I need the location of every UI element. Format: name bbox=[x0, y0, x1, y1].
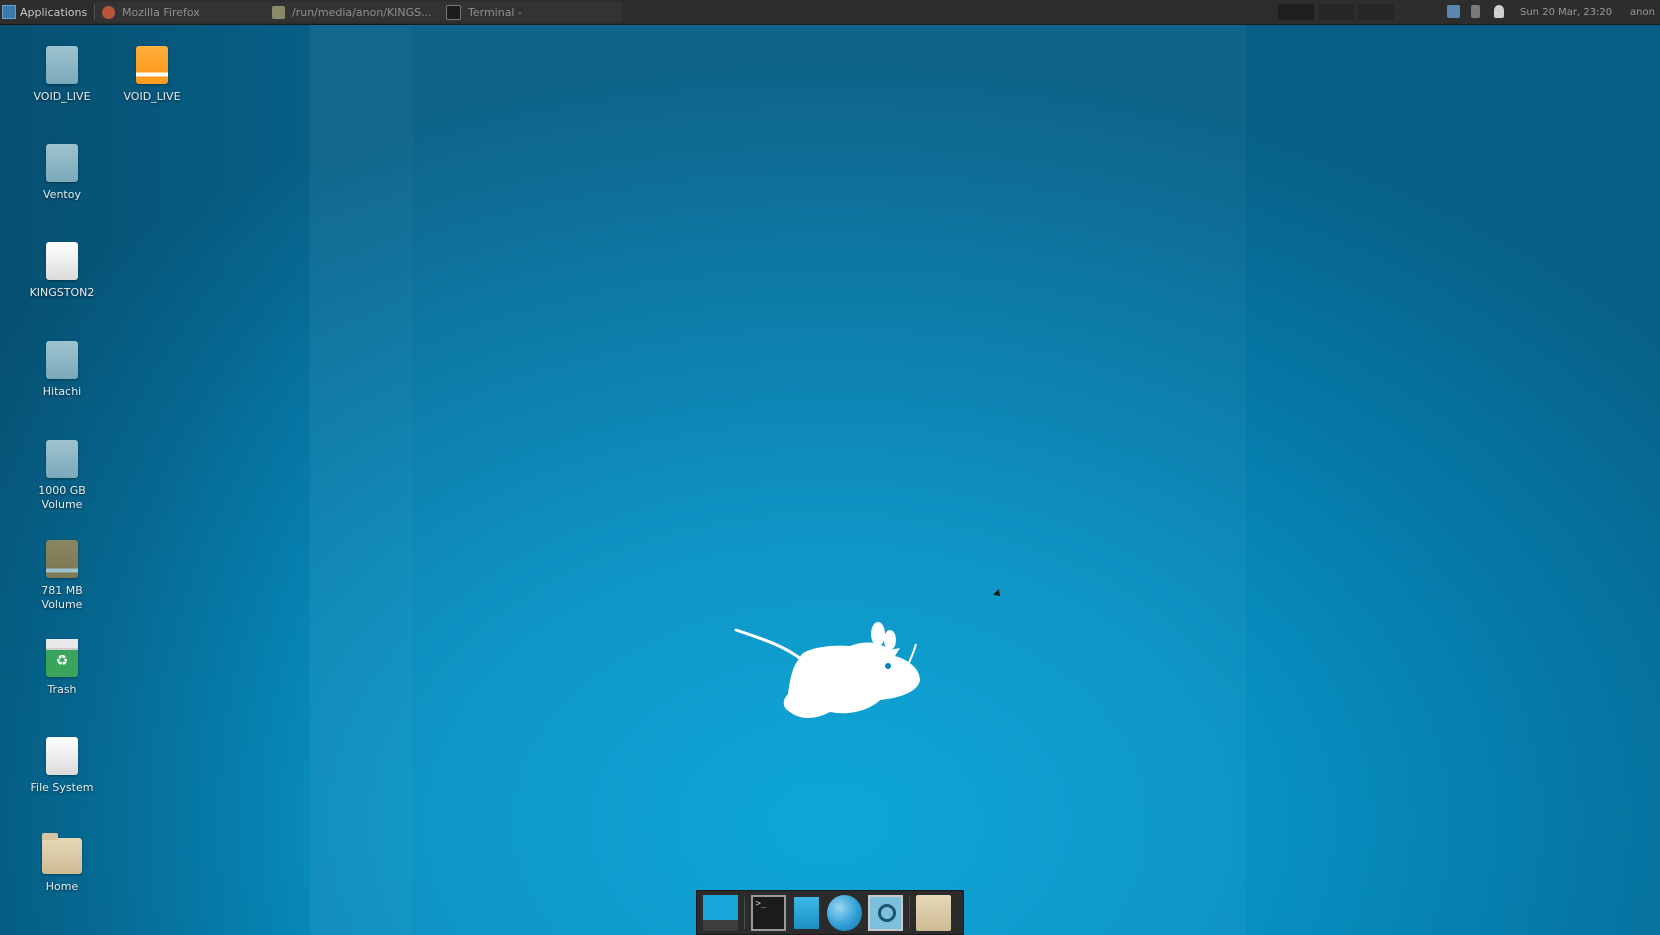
home-folder-icon bbox=[42, 833, 82, 874]
workspace-switcher-3[interactable] bbox=[1358, 4, 1394, 20]
desktop-icon-1000gb-volume[interactable]: 1000 GB Volume bbox=[16, 440, 108, 512]
desktop-icon-label: VOID_LIVE bbox=[33, 90, 91, 103]
desktop-icon-label: KINGSTON2 bbox=[29, 286, 95, 299]
drive-icon bbox=[46, 46, 78, 84]
terminal-icon bbox=[446, 4, 461, 20]
applications-icon bbox=[2, 5, 16, 19]
drive-icon bbox=[46, 540, 78, 578]
applications-label: Applications bbox=[20, 5, 88, 19]
terminal-prompt: >_ bbox=[755, 898, 767, 909]
applications-menu-button[interactable]: Applications bbox=[2, 0, 87, 24]
desktop-icon-kingston2[interactable]: KINGSTON2 bbox=[16, 242, 108, 300]
drive-icon bbox=[46, 144, 78, 182]
dock-separator bbox=[908, 896, 911, 929]
desktop-icon-hitachi[interactable]: Hitachi bbox=[16, 341, 108, 399]
optical-drive-icon bbox=[136, 46, 168, 84]
xfce-mouse-logo bbox=[734, 622, 920, 718]
dock-separator bbox=[743, 896, 746, 929]
taskbar-item-file-manager[interactable]: /run/media/anon/KINGS... bbox=[266, 2, 444, 22]
taskbar-item-label: Mozilla Firefox bbox=[122, 5, 200, 19]
terminal-button[interactable]: >_ bbox=[751, 894, 787, 931]
bottom-dock: >_ bbox=[696, 890, 964, 935]
top-panel: Applications Mozilla Firefox /run/media/… bbox=[0, 0, 1660, 25]
desktop-icon-label: Hitachi bbox=[42, 385, 82, 398]
desktop-icon-ventoy[interactable]: Ventoy bbox=[16, 144, 108, 202]
workspace-switcher-2[interactable] bbox=[1318, 4, 1354, 20]
web-browser-button[interactable] bbox=[827, 894, 862, 931]
desktop-icon-label: Ventoy bbox=[43, 188, 81, 201]
wallpaper-band bbox=[413, 24, 1246, 935]
battery-icon[interactable] bbox=[1471, 5, 1480, 18]
desktop-icon-781mb-volume[interactable]: 781 MB Volume bbox=[16, 540, 108, 612]
desktop-icon-label: File System bbox=[30, 781, 94, 794]
show-desktop-button[interactable] bbox=[703, 894, 738, 931]
desktop-icon-label: 781 MB Volume bbox=[41, 584, 83, 611]
desktop-icon-void-live-drive[interactable]: VOID_LIVE bbox=[16, 46, 108, 104]
desktop-icon-file-system[interactable]: File System bbox=[16, 737, 108, 795]
folder-icon bbox=[272, 5, 285, 19]
app-finder-button[interactable] bbox=[867, 894, 903, 931]
folder-button[interactable] bbox=[916, 894, 952, 931]
trash-icon bbox=[46, 639, 78, 677]
desktop-icon-label: VOID_LIVE bbox=[123, 90, 181, 103]
taskbar-item-label: /run/media/anon/KINGS... bbox=[292, 5, 432, 19]
drive-icon bbox=[46, 341, 78, 379]
file-manager-button[interactable] bbox=[792, 894, 822, 931]
desktop-icon-label: Trash bbox=[47, 683, 77, 696]
firefox-icon bbox=[102, 5, 115, 19]
notifications-icon[interactable] bbox=[1494, 5, 1504, 18]
desktop-icon-void-live-optical[interactable]: VOID_LIVE bbox=[106, 46, 198, 104]
user-menu[interactable]: anon bbox=[1630, 0, 1655, 24]
workspace-switcher-1[interactable] bbox=[1278, 4, 1314, 20]
taskbar-item-terminal[interactable]: Terminal - bbox=[440, 2, 622, 22]
filesystem-icon bbox=[46, 737, 78, 775]
drive-icon bbox=[46, 440, 78, 478]
desktop-icon-label: 1000 GB Volume bbox=[38, 484, 86, 511]
desktop-icon-home[interactable]: Home bbox=[16, 833, 108, 894]
desktop[interactable]: Applications Mozilla Firefox /run/media/… bbox=[0, 0, 1660, 935]
taskbar-item-firefox[interactable]: Mozilla Firefox bbox=[96, 2, 270, 22]
desktop-icon-label: Home bbox=[45, 880, 79, 893]
desktop-icon-trash[interactable]: Trash bbox=[16, 639, 108, 697]
taskbar-item-label: Terminal - bbox=[468, 5, 522, 19]
removable-drive-icon bbox=[46, 242, 78, 280]
wallpaper-band bbox=[310, 24, 413, 935]
clock[interactable]: Sun 20 Mar, 23:20 bbox=[1520, 0, 1612, 24]
network-icon[interactable] bbox=[1447, 5, 1460, 18]
